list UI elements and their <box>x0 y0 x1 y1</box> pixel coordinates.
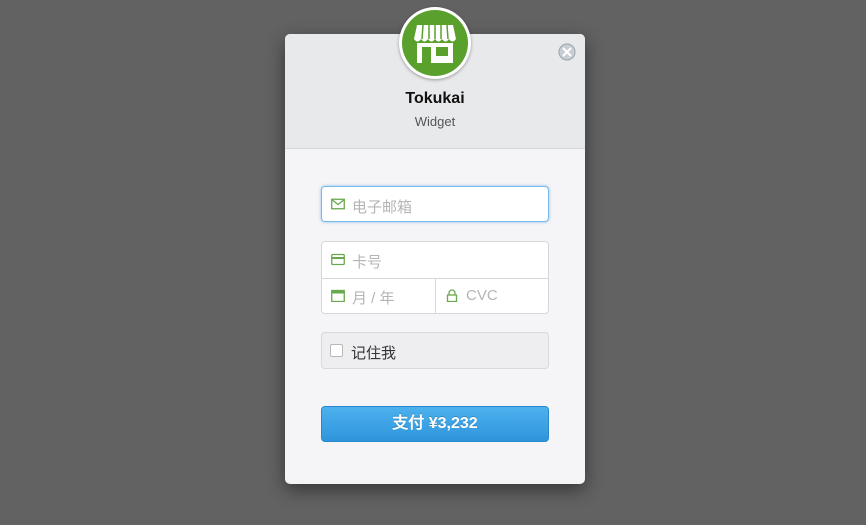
lock-icon <box>446 289 458 302</box>
merchant-name: Tokukai <box>405 90 465 107</box>
close-button[interactable] <box>558 43 576 61</box>
close-icon[interactable] <box>558 43 576 61</box>
remember-me-row[interactable]: 记住我 <box>321 332 549 369</box>
modal-header: Tokukai Widget <box>285 7 585 149</box>
card-number-placeholder: 卡号 <box>352 254 383 271</box>
cvc-placeholder: CVC <box>466 287 498 304</box>
expiry-field[interactable]: 月 / 年 <box>322 278 436 313</box>
remember-me-label: 记住我 <box>351 345 397 362</box>
merchant-logo <box>399 7 471 79</box>
credit-card-icon <box>331 253 345 266</box>
remember-me-checkbox[interactable] <box>330 344 343 357</box>
checkout-modal: Tokukai Widget 电子邮箱 卡号 月 / 年 CVC 记住我 支付 … <box>285 7 585 484</box>
card-number-field[interactable]: 卡号 <box>322 242 548 279</box>
email-placeholder: 电子邮箱 <box>352 199 413 216</box>
calendar-icon <box>331 289 345 302</box>
storefront-icon <box>402 10 468 76</box>
merchant-subtitle: Widget <box>414 114 456 129</box>
envelope-icon <box>331 198 345 210</box>
card-details-group: 卡号 月 / 年 CVC <box>321 241 549 314</box>
cvc-field[interactable]: CVC <box>436 278 548 313</box>
expiry-placeholder: 月 / 年 <box>352 290 395 307</box>
email-field[interactable]: 电子邮箱 <box>321 186 549 222</box>
pay-button[interactable]: 支付 ¥3,232 <box>321 406 549 442</box>
